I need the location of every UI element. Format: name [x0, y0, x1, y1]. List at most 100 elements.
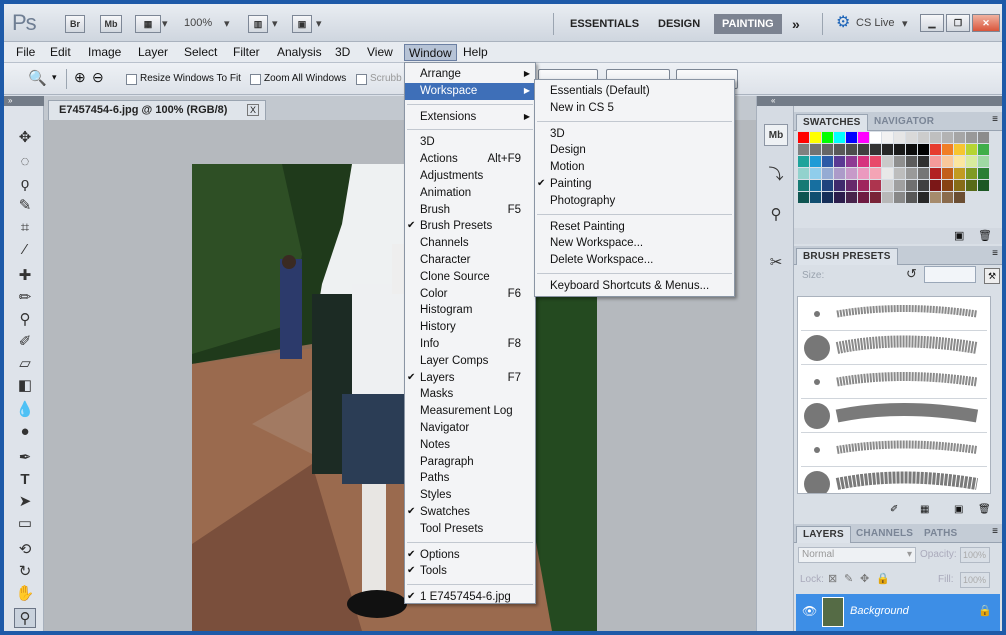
color-swatch[interactable]: [882, 192, 893, 203]
color-swatch[interactable]: [882, 144, 893, 155]
color-swatch[interactable]: [954, 144, 965, 155]
eraser-tool-icon[interactable]: ▱: [14, 354, 36, 374]
menu-item-3d[interactable]: 3D: [405, 134, 535, 151]
menu-item-character[interactable]: Character: [405, 252, 535, 269]
menu-edit[interactable]: Edit: [46, 44, 75, 61]
color-swatch[interactable]: [966, 144, 977, 155]
menu-item-brush[interactable]: Brush F5: [405, 202, 535, 219]
tab-paths[interactable]: PATHS: [918, 526, 963, 543]
color-swatch[interactable]: [846, 156, 857, 167]
tools-collapse-icon[interactable]: »: [4, 96, 44, 106]
color-swatch[interactable]: [942, 180, 953, 191]
menu-3d[interactable]: 3D: [331, 44, 354, 61]
color-swatch[interactable]: [858, 156, 869, 167]
color-swatch[interactable]: [954, 180, 965, 191]
menu-item-measurement-log[interactable]: Measurement Log: [405, 403, 535, 420]
color-swatch[interactable]: [858, 180, 869, 191]
color-swatch[interactable]: [954, 192, 965, 203]
more-workspaces-button[interactable]: »: [784, 14, 808, 34]
menu-item-animation[interactable]: Animation: [405, 185, 535, 202]
menu-item-reset-painting[interactable]: Reset Painting: [535, 219, 734, 236]
color-swatch[interactable]: [918, 180, 929, 191]
view-extras-dropdown-icon[interactable]: ▾: [162, 17, 168, 30]
menu-item-swatches[interactable]: ✔ Swatches: [405, 504, 535, 521]
menu-item-brush-presets[interactable]: ✔ Brush Presets: [405, 218, 535, 235]
menu-item-options[interactable]: ✔ Options: [405, 547, 535, 564]
color-swatch[interactable]: [966, 132, 977, 143]
color-swatch[interactable]: [930, 168, 941, 179]
3d-rotate-tool-icon[interactable]: ⟲: [14, 540, 36, 560]
color-swatch[interactable]: [834, 144, 845, 155]
menu-file[interactable]: File: [12, 44, 39, 61]
lock-all-icon[interactable]: 🔒: [876, 572, 890, 585]
menu-item-keyboard-shortcuts-menus[interactable]: Keyboard Shortcuts & Menus...: [535, 278, 734, 295]
marquee-tool-icon[interactable]: ◌: [14, 152, 36, 172]
blur-tool-icon[interactable]: 💧: [14, 400, 36, 420]
crop-tool-icon[interactable]: ⌗: [14, 218, 36, 238]
menu-item-clone-source[interactable]: Clone Source: [405, 269, 535, 286]
color-swatch[interactable]: [798, 132, 809, 143]
menu-item-tool-presets[interactable]: Tool Presets: [405, 521, 535, 538]
new-swatch-icon[interactable]: ▣: [954, 229, 964, 242]
brush-panel-icon[interactable]: ✂: [764, 252, 788, 274]
menu-item-essentials-default[interactable]: Essentials (Default): [535, 83, 734, 100]
menu-item-masks[interactable]: Masks: [405, 386, 535, 403]
color-swatch[interactable]: [846, 132, 857, 143]
menu-item-histogram[interactable]: Histogram: [405, 302, 535, 319]
color-swatch[interactable]: [822, 168, 833, 179]
color-swatch[interactable]: [870, 156, 881, 167]
menu-item-delete-workspace[interactable]: Delete Workspace...: [535, 252, 734, 269]
color-swatch[interactable]: [822, 156, 833, 167]
menu-item-new-in-cs-5[interactable]: New in CS 5: [535, 100, 734, 117]
color-swatch[interactable]: [882, 168, 893, 179]
color-swatch[interactable]: [930, 144, 941, 155]
menu-item-extensions[interactable]: Extensions ▶: [405, 109, 535, 126]
color-swatch[interactable]: [978, 156, 989, 167]
menu-item-info[interactable]: Info F8: [405, 336, 535, 353]
lock-image-icon[interactable]: ✎: [844, 572, 853, 585]
color-swatch[interactable]: [978, 144, 989, 155]
color-swatch[interactable]: [810, 192, 821, 203]
screen-mode-button[interactable]: ▣: [292, 15, 312, 33]
color-swatch[interactable]: [882, 132, 893, 143]
color-swatch[interactable]: [978, 168, 989, 179]
zoom-out-icon[interactable]: ⊖: [92, 69, 104, 86]
color-swatch[interactable]: [918, 156, 929, 167]
gradient-tool-icon[interactable]: ◧: [14, 376, 36, 396]
resize-windows-checkbox[interactable]: [126, 74, 137, 85]
color-swatch[interactable]: [942, 192, 953, 203]
color-swatch[interactable]: [798, 192, 809, 203]
menu-item-navigator[interactable]: Navigator: [405, 420, 535, 437]
brush-preset-item[interactable]: [801, 365, 987, 399]
color-swatch[interactable]: [846, 144, 857, 155]
menu-item-paragraph[interactable]: Paragraph: [405, 454, 535, 471]
color-swatch[interactable]: [834, 156, 845, 167]
clone-source-panel-icon[interactable]: ⚲: [764, 204, 788, 226]
panel-menu-icon[interactable]: ≡: [992, 248, 998, 259]
color-swatch[interactable]: [954, 132, 965, 143]
menu-item-layers[interactable]: ✔ Layers F7: [405, 370, 535, 387]
screen-mode-dropdown-icon[interactable]: ▾: [316, 17, 322, 30]
color-swatch[interactable]: [918, 144, 929, 155]
delete-swatch-icon[interactable]: 🗑: [978, 229, 992, 242]
menu-item-new-workspace[interactable]: New Workspace...: [535, 235, 734, 252]
color-swatch[interactable]: [918, 168, 929, 179]
eyedropper-tool-icon[interactable]: ⁄: [14, 240, 36, 260]
size-input[interactable]: [924, 266, 976, 283]
menu-image[interactable]: Image: [84, 44, 125, 61]
menu-view[interactable]: View: [363, 44, 397, 61]
view-extras-button[interactable]: ▦: [135, 15, 161, 33]
color-swatch[interactable]: [906, 192, 917, 203]
opacity-input[interactable]: 100%: [960, 547, 990, 563]
quick-selection-tool-icon[interactable]: ✎: [14, 196, 36, 216]
cslive-button[interactable]: CS Live: [856, 17, 895, 29]
tab-navigator[interactable]: NAVIGATOR: [868, 114, 940, 131]
menu-filter[interactable]: Filter: [229, 44, 264, 61]
menu-item-notes[interactable]: Notes: [405, 437, 535, 454]
menu-item-adjustments[interactable]: Adjustments: [405, 168, 535, 185]
menu-item-channels[interactable]: Channels: [405, 235, 535, 252]
tab-channels[interactable]: CHANNELS: [850, 526, 919, 543]
color-swatch[interactable]: [858, 168, 869, 179]
color-swatch[interactable]: [942, 144, 953, 155]
menu-item-history[interactable]: History: [405, 319, 535, 336]
